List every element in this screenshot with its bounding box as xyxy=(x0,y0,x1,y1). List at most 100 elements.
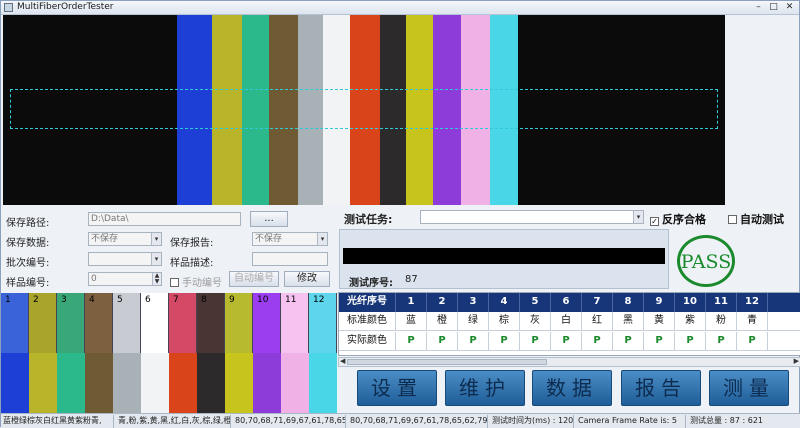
measure-button[interactable]: 测量 xyxy=(709,370,789,406)
table-cell[interactable]: 黑 xyxy=(613,312,644,331)
table-header-cell: 光纤序号 xyxy=(339,293,396,312)
table-cell[interactable]: 标准颜色 xyxy=(339,312,396,331)
settings-button[interactable]: 设置 xyxy=(357,370,437,406)
table-cell[interactable]: 紫 xyxy=(675,312,706,331)
table-cell[interactable]: P xyxy=(551,332,582,351)
title-bar: MultiFiberOrderTester – □ ✕ xyxy=(1,1,799,15)
horizontal-scrollbar[interactable]: ◀ ▶ xyxy=(338,357,800,367)
table-cell[interactable]: P xyxy=(458,332,489,351)
table-cell[interactable]: 青 xyxy=(737,312,768,331)
status-std-colors: 蓝橙绿棕灰白红黑黄紫粉青, xyxy=(1,415,114,428)
browse-button[interactable]: ... xyxy=(250,211,288,227)
table-cell[interactable]: 黄 xyxy=(644,312,675,331)
table-header-cell: 1 xyxy=(396,293,427,312)
ref-color-cell: 5 xyxy=(113,293,141,353)
table-cell[interactable]: 蓝 xyxy=(396,312,427,331)
ref-color-number: 2 xyxy=(33,295,39,305)
maintenance-button[interactable]: 维护 xyxy=(445,370,525,406)
minimize-icon[interactable]: – xyxy=(753,2,764,13)
status-actual-colors: 青,粉,紫,黄,黑,红,白,灰,棕,绿,橙,蓝, xyxy=(116,415,231,428)
sample-no-field[interactable]: 0 ▲ ▼ xyxy=(88,272,162,286)
save-path-label: 保存路径: xyxy=(6,218,50,229)
table-header-cell: 3 xyxy=(458,293,489,312)
ref-color-number: 5 xyxy=(117,295,123,305)
table-cell[interactable]: 绿 xyxy=(458,312,489,331)
scroll-right-icon[interactable]: ▶ xyxy=(794,357,799,365)
save-report-select[interactable]: 不保存 ▾ xyxy=(252,232,328,246)
table-cell[interactable]: 棕 xyxy=(489,312,520,331)
data-button[interactable]: 数据 xyxy=(532,370,612,406)
table-cell[interactable]: 灰 xyxy=(520,312,551,331)
save-data-select[interactable]: 不保存 ▾ xyxy=(88,232,162,246)
ref-color-number: 9 xyxy=(229,295,235,305)
report-button[interactable]: 报告 xyxy=(621,370,701,406)
crop-fiber-4 xyxy=(85,353,113,413)
crop-fiber-8 xyxy=(197,353,225,413)
table-header-cell: 4 xyxy=(489,293,520,312)
table-cell[interactable]: 橙 xyxy=(427,312,458,331)
ref-color-cell: 7 xyxy=(169,293,197,353)
auto-test-checkbox[interactable]: 自动测试 xyxy=(728,211,784,227)
table-cell[interactable]: 红 xyxy=(582,312,613,331)
pass-text: PASS xyxy=(680,251,732,273)
close-icon[interactable]: ✕ xyxy=(784,2,795,13)
table-cell[interactable]: P xyxy=(582,332,613,351)
status-total: 测试总量 : 87 : 621 xyxy=(690,416,764,425)
scroll-left-icon[interactable]: ◀ xyxy=(340,357,345,365)
status-test-time: 测试时间为(ms) : 120.22 xyxy=(490,415,574,428)
reverse-ok-checkbox[interactable]: ✓ 反序合格 xyxy=(650,211,706,227)
table-cell[interactable]: 白 xyxy=(551,312,582,331)
ref-color-number: 4 xyxy=(89,295,95,305)
table-cell[interactable]: P xyxy=(706,332,737,351)
ref-color-cell: 11 xyxy=(281,293,309,353)
ref-color-number: 7 xyxy=(173,295,179,305)
table-cell[interactable]: P xyxy=(520,332,551,351)
table-header-cell: 12 xyxy=(737,293,768,312)
batch-select[interactable]: ▾ xyxy=(88,252,162,266)
crop-fiber-7 xyxy=(169,353,197,413)
crop-fiber-6 xyxy=(141,353,169,413)
table-row: 实际颜色 P P P P P P P P P P P P xyxy=(339,332,800,351)
table-cell[interactable]: P xyxy=(675,332,706,351)
sample-no-value: 0 xyxy=(91,274,97,284)
table-cell[interactable]: 粉 xyxy=(706,312,737,331)
scroll-thumb[interactable] xyxy=(347,359,547,365)
crop-fiber-2 xyxy=(29,353,57,413)
reference-color-strip: 1 2 3 4 5 6 7 8 9 10 11 12 xyxy=(1,293,337,353)
table-cell[interactable]: P xyxy=(427,332,458,351)
sample-desc-label: 样品描述: xyxy=(170,258,214,269)
ref-color-cell: 12 xyxy=(309,293,337,353)
spin-arrows-icon[interactable]: ▲ ▼ xyxy=(152,273,161,285)
ref-color-number: 6 xyxy=(145,295,151,305)
table-cell[interactable]: P xyxy=(489,332,520,351)
chevron-down-icon: ▾ xyxy=(151,253,161,265)
sample-desc-field[interactable] xyxy=(252,252,328,266)
test-task-select[interactable]: ▾ xyxy=(420,210,644,224)
save-report-label: 保存报告: xyxy=(170,238,214,249)
pass-indicator: PASS xyxy=(677,235,735,287)
crop-fiber-9 xyxy=(225,353,253,413)
ref-color-number: 3 xyxy=(61,295,67,305)
manual-no-checkbox[interactable]: 手动编号 xyxy=(170,274,222,289)
status-bar: 蓝橙绿棕灰白红黑黄紫粉青, 青,粉,紫,黄,黑,红,白,灰,棕,绿,橙,蓝, 8… xyxy=(1,413,800,428)
modify-button[interactable]: 修改 xyxy=(284,271,330,287)
status-display xyxy=(343,248,665,264)
table-cell[interactable]: P xyxy=(613,332,644,351)
crop-fiber-12 xyxy=(309,353,337,413)
crop-fiber-11 xyxy=(281,353,309,413)
ref-color-cell: 4 xyxy=(85,293,113,353)
ref-color-number: 12 xyxy=(313,295,325,305)
maximize-icon[interactable]: □ xyxy=(768,2,779,13)
reverse-ok-label: 反序合格 xyxy=(662,213,706,226)
table-cell[interactable]: P xyxy=(396,332,427,351)
save-path-field[interactable]: D:\Data\ xyxy=(88,212,241,226)
sample-no-label: 样品编号: xyxy=(6,278,50,289)
auto-no-button[interactable]: 自动编号 xyxy=(229,271,279,287)
table-cell[interactable]: P xyxy=(644,332,675,351)
table-row: 标准颜色蓝橙绿棕灰白红黑黄紫粉青 xyxy=(339,312,800,331)
table-cell[interactable]: 实际颜色 xyxy=(339,332,396,351)
table-cell[interactable]: P xyxy=(737,332,768,351)
roi-rectangle[interactable] xyxy=(10,89,718,129)
ref-color-cell: 2 xyxy=(29,293,57,353)
fiber-crop-view xyxy=(1,353,337,413)
